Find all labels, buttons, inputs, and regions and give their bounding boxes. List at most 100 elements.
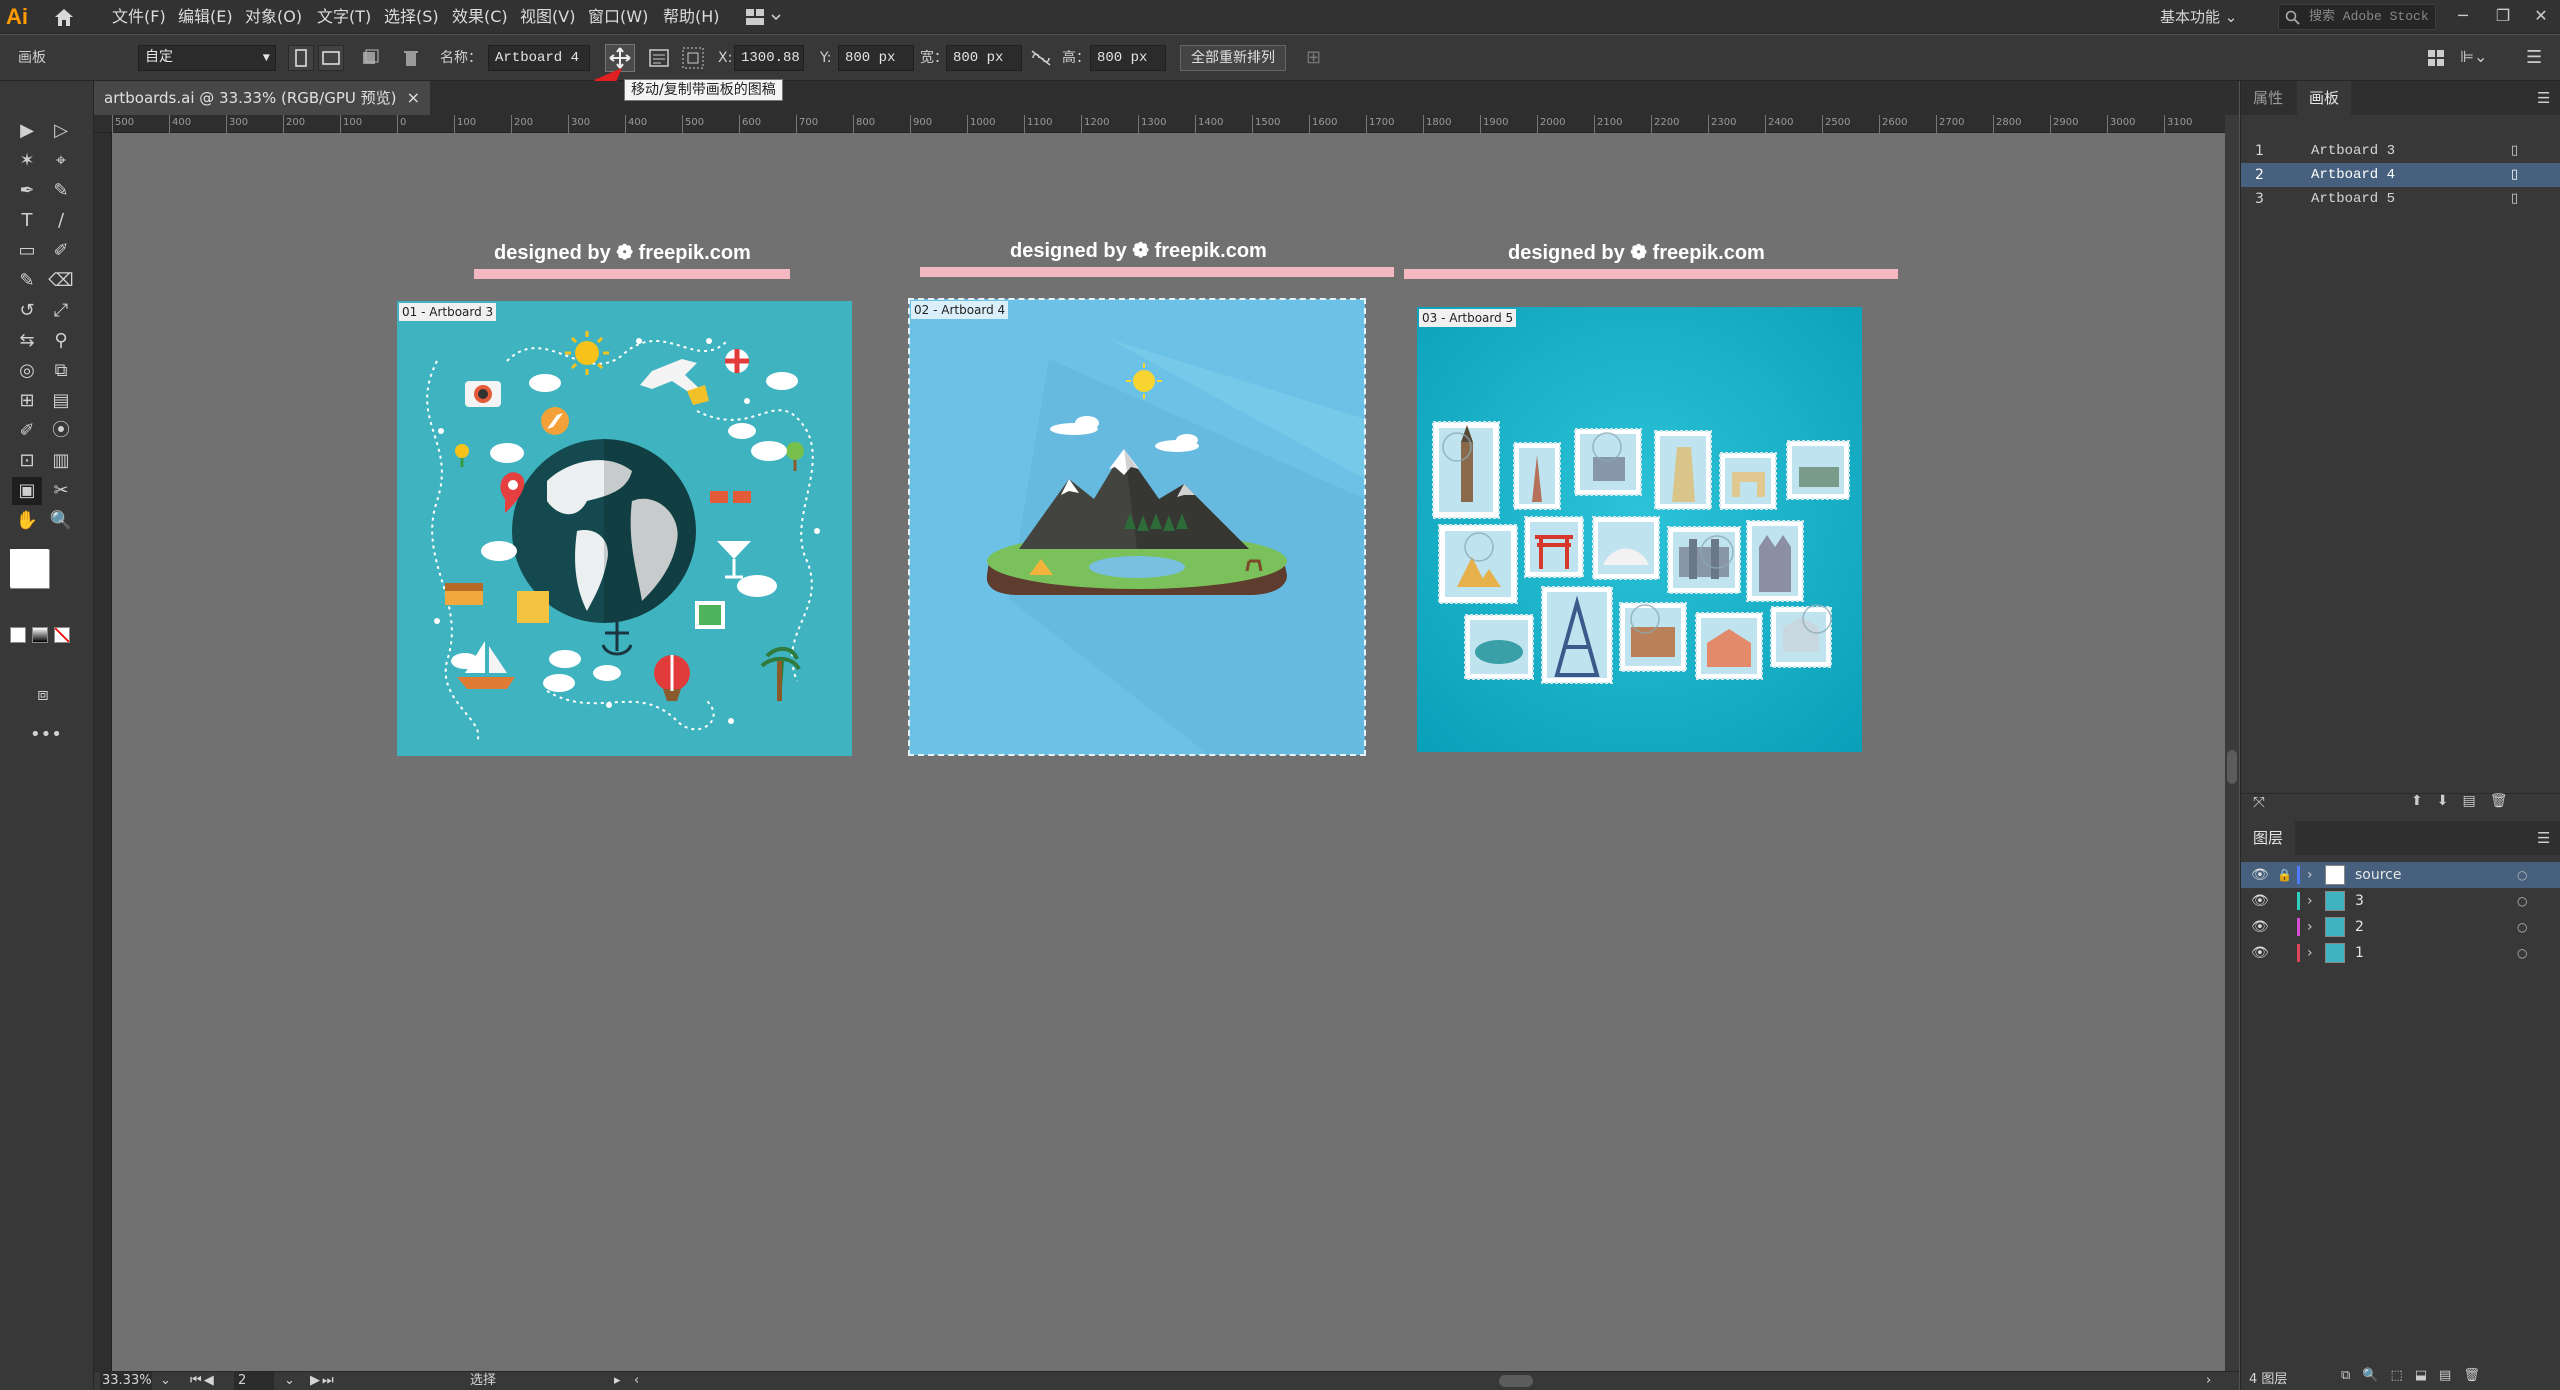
mesh-tool-icon[interactable]: ⊞ bbox=[12, 387, 42, 415]
artboard-3[interactable]: 03 - Artboard 5 bbox=[1417, 307, 1862, 752]
slice-tool-icon[interactable]: ✂ bbox=[46, 477, 76, 505]
paintbrush-tool-icon[interactable]: ✐ bbox=[46, 237, 76, 265]
magic-wand-tool-icon[interactable]: ✶ bbox=[12, 147, 42, 175]
panel-menu-icon[interactable]: ☰ bbox=[2537, 89, 2550, 107]
target-circle-icon[interactable]: ○ bbox=[2517, 862, 2527, 888]
eye-icon[interactable]: 👁 bbox=[2251, 940, 2269, 966]
arrange-documents-icon[interactable] bbox=[746, 9, 782, 25]
layer-row[interactable]: 👁 › 2 ○ bbox=[2241, 914, 2560, 940]
curvature-tool-icon[interactable]: ✎ bbox=[46, 177, 76, 205]
y-input[interactable]: 800 px bbox=[838, 45, 914, 71]
eraser-tool-icon[interactable]: ⌫ bbox=[46, 267, 76, 295]
artboard-actions-icons[interactable]: ⬆⬇▤🗑 bbox=[2411, 793, 2521, 809]
scroll-left-icon[interactable]: ‹ bbox=[634, 1372, 639, 1390]
close-tab-icon[interactable]: × bbox=[407, 81, 420, 115]
artboard-list-row-3[interactable]: 3 Artboard 5 ▯ bbox=[2241, 187, 2560, 211]
eye-icon[interactable]: 👁 bbox=[2251, 888, 2269, 914]
x-input[interactable]: 1300.88 bbox=[734, 45, 804, 71]
vertical-ruler[interactable] bbox=[94, 133, 112, 1371]
menu-help[interactable]: 帮助(H) bbox=[663, 0, 720, 34]
expand-chevron-icon[interactable]: › bbox=[2307, 940, 2313, 966]
tab-properties[interactable]: 属性 bbox=[2241, 81, 2295, 115]
horizontal-scroll-thumb[interactable] bbox=[1499, 1375, 1533, 1387]
direct-selection-tool-icon[interactable]: ▷ bbox=[46, 117, 76, 145]
menu-window[interactable]: 窗口(W) bbox=[588, 0, 648, 34]
align-icon[interactable]: ⊫⌄ bbox=[2460, 47, 2490, 69]
layer-row[interactable]: 👁 🔒 › source ○ bbox=[2241, 862, 2560, 888]
zoom-value[interactable]: 33.33% bbox=[100, 1372, 152, 1390]
stock-search-input[interactable]: 搜索 Adobe Stock bbox=[2278, 4, 2436, 30]
menu-select[interactable]: 选择(S) bbox=[384, 0, 439, 34]
scale-tool-icon[interactable]: ⤢ bbox=[46, 297, 76, 325]
target-circle-icon[interactable]: ○ bbox=[2517, 914, 2527, 940]
constrain-proportions-icon[interactable] bbox=[1030, 49, 1052, 67]
eyedropper-tool-icon[interactable]: ✐ bbox=[12, 417, 42, 445]
rectangle-tool-icon[interactable]: ▭ bbox=[12, 237, 42, 265]
menu-view[interactable]: 视图(V) bbox=[520, 0, 575, 34]
layers-menu-icon[interactable]: ☰ bbox=[2537, 829, 2550, 847]
color-mode-buttons[interactable] bbox=[10, 627, 80, 645]
width-input[interactable]: 800 px bbox=[946, 45, 1022, 71]
rearrange-artboards-icon[interactable]: ⤧ bbox=[2253, 793, 2265, 811]
puppet-warp-tool-icon[interactable]: ⚲ bbox=[46, 327, 76, 355]
layers-actions-icons[interactable]: ⧉🔍⬚⬓▤🗑 bbox=[2341, 1368, 2492, 1383]
eye-icon[interactable]: 👁 bbox=[2251, 914, 2269, 940]
zoom-dropdown-icon[interactable]: ⌄ bbox=[160, 1372, 171, 1390]
tab-layers[interactable]: 图层 bbox=[2241, 821, 2296, 855]
arrange-panels-icon[interactable] bbox=[2425, 47, 2447, 69]
new-artboard-icon[interactable] bbox=[360, 48, 382, 68]
rotate-tool-icon[interactable]: ↺ bbox=[12, 297, 42, 325]
graph-tool-icon[interactable]: ▥ bbox=[46, 447, 76, 475]
minimize-button[interactable]: ─ bbox=[2450, 4, 2476, 28]
fill-swatch-front[interactable] bbox=[10, 549, 48, 587]
expand-chevron-icon[interactable]: › bbox=[2307, 888, 2313, 914]
expand-chevron-icon[interactable]: › bbox=[2307, 914, 2313, 940]
line-tool-icon[interactable]: / bbox=[46, 207, 76, 235]
menu-edit[interactable]: 编辑(E) bbox=[178, 0, 233, 34]
artboard-options-icon[interactable]: ▯ bbox=[2511, 163, 2518, 187]
screen-mode-icon[interactable]: ⧈ bbox=[28, 681, 58, 709]
panel-menu-icon[interactable]: ☰ bbox=[2526, 47, 2548, 69]
rearrange-all-button[interactable]: 全部重新排列 bbox=[1180, 45, 1286, 71]
artboard-options-icon[interactable]: ▯ bbox=[2511, 187, 2518, 211]
menu-object[interactable]: 对象(O) bbox=[245, 0, 302, 34]
shaper-tool-icon[interactable]: ✎ bbox=[12, 267, 42, 295]
portrait-button[interactable] bbox=[288, 45, 314, 71]
landscape-button[interactable] bbox=[318, 45, 344, 71]
vertical-scrollbar[interactable] bbox=[2225, 115, 2239, 1371]
layer-row[interactable]: 👁 › 3 ○ bbox=[2241, 888, 2560, 914]
scroll-right-icon[interactable]: › bbox=[2206, 1372, 2211, 1390]
horizontal-ruler[interactable]: 500 400 300 200 100 0 100 200 300 400 500 600 700 800… bbox=[94, 115, 2225, 133]
layer-row[interactable]: 👁 › 1 ○ bbox=[2241, 940, 2560, 966]
artboard-list-row-2[interactable]: 2 Artboard 4 ▯ bbox=[2241, 163, 2560, 187]
type-tool-icon[interactable]: T bbox=[12, 207, 42, 235]
shape-builder-tool-icon[interactable]: ◎ bbox=[12, 357, 42, 385]
perspective-tool-icon[interactable]: ⧉ bbox=[46, 357, 76, 385]
pen-tool-icon[interactable]: ✒ bbox=[12, 177, 42, 205]
artboard-1[interactable]: 01 - Artboard 3 bbox=[397, 301, 852, 756]
target-circle-icon[interactable]: ○ bbox=[2517, 940, 2527, 966]
document-tab[interactable]: artboards.ai @ 33.33% (RGB/GPU 预览) × bbox=[94, 81, 430, 115]
artboard-number-input[interactable]: 2 bbox=[234, 1372, 274, 1390]
symbol-sprayer-tool-icon[interactable]: ⊡ bbox=[12, 447, 42, 475]
artboard-options-icon[interactable] bbox=[648, 47, 670, 69]
hand-tool-icon[interactable]: ✋ bbox=[12, 507, 42, 535]
expand-chevron-icon[interactable]: › bbox=[2307, 862, 2313, 888]
lasso-tool-icon[interactable]: ⌖ bbox=[46, 147, 76, 175]
first-prev-artboard-icon[interactable]: ⏮◀ bbox=[190, 1372, 216, 1390]
home-icon[interactable] bbox=[52, 6, 76, 28]
artboard-dropdown-icon[interactable]: ⌄ bbox=[284, 1372, 295, 1390]
preset-select[interactable]: 自定 ▼ bbox=[138, 45, 276, 71]
lock-icon[interactable]: 🔒 bbox=[2277, 862, 2292, 888]
target-circle-icon[interactable]: ○ bbox=[2517, 888, 2527, 914]
canvas[interactable]: designed by ❁ freepik.com designed by ❁ … bbox=[112, 133, 2225, 1371]
selection-tool-icon[interactable]: ▶ bbox=[12, 117, 42, 145]
restore-button[interactable]: ❐ bbox=[2490, 4, 2516, 28]
artboard-2[interactable]: 02 - Artboard 4 bbox=[908, 298, 1366, 756]
vertical-scroll-thumb[interactable] bbox=[2227, 750, 2237, 784]
zoom-tool-icon[interactable]: 🔍 bbox=[46, 507, 76, 535]
status-menu-icon[interactable]: ▸ bbox=[614, 1372, 621, 1390]
workspace-switcher[interactable]: 基本功能 ⌄ bbox=[2160, 0, 2237, 34]
blend-tool-icon[interactable]: ⦿ bbox=[46, 417, 76, 445]
tab-artboards[interactable]: 画板 bbox=[2297, 81, 2352, 115]
